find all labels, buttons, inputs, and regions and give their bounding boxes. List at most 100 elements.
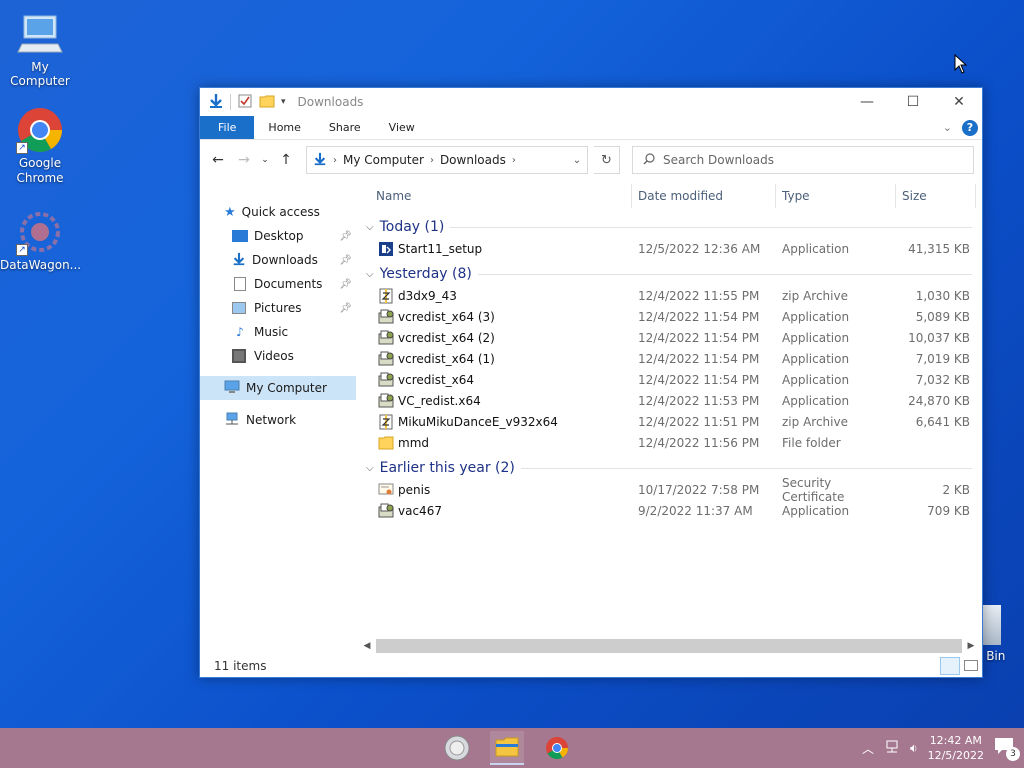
scroll-right-arrow[interactable]: ▶ xyxy=(964,641,978,651)
properties-icon[interactable] xyxy=(237,93,253,112)
nav-my-computer[interactable]: My Computer xyxy=(200,376,356,400)
collapse-chevron-icon[interactable]: ⌵ xyxy=(366,222,374,233)
column-name[interactable]: Name xyxy=(356,184,632,208)
new-folder-icon[interactable] xyxy=(259,93,275,112)
file-row[interactable]: Start11_setup 12/5/2022 12:36 AM Applicati… xyxy=(356,238,982,259)
action-center-button[interactable]: 3 xyxy=(994,737,1020,761)
collapse-chevron-icon[interactable]: ⌵ xyxy=(366,463,374,474)
nav-network[interactable]: Network xyxy=(200,408,356,432)
column-date-modified[interactable]: Date modified xyxy=(632,184,776,208)
refresh-button[interactable]: ↻ xyxy=(594,146,620,174)
file-explorer-window[interactable]: ▾ Downloads — ☐ ✕ File Home Share View ⌄… xyxy=(199,87,983,678)
breadcrumb-downloads[interactable]: Downloads xyxy=(440,153,506,167)
file-row[interactable]: penis 10/17/2022 7:58 PM Security Certific… xyxy=(356,476,982,504)
breadcrumb-separator[interactable]: › xyxy=(430,155,434,166)
pin-icon[interactable]: 📌︎ xyxy=(339,255,352,266)
column-type[interactable]: Type xyxy=(776,184,896,208)
ribbon-tabs: File Home Share View ⌄ ? xyxy=(200,116,982,140)
close-button[interactable]: ✕ xyxy=(936,88,982,116)
file-size: 41,315 KB xyxy=(908,241,970,256)
minimize-button[interactable]: — xyxy=(844,88,890,116)
group-header[interactable]: ⌵ Today (1) xyxy=(356,216,982,238)
nav-label: Downloads xyxy=(252,253,318,267)
pin-icon[interactable]: 📌︎ xyxy=(339,303,352,314)
file-name-cell[interactable]: vcredist_x64 xyxy=(356,372,632,388)
file-name: d3dx9_43 xyxy=(398,288,457,303)
file-name-cell[interactable]: vcredist_x64 (3) xyxy=(356,309,632,325)
file-row[interactable]: vcredist_x64 (2) 12/4/2022 11:54 PM Applic… xyxy=(356,327,982,348)
large-icons-view-button[interactable] xyxy=(964,660,978,671)
taskbar-file-explorer[interactable] xyxy=(490,731,524,765)
column-size[interactable]: Size xyxy=(896,184,976,208)
file-date: 12/4/2022 11:54 PM xyxy=(638,372,760,387)
nav-label: Pictures xyxy=(254,301,302,315)
recent-locations-button[interactable]: ⌄ xyxy=(260,155,270,165)
file-size: 24,870 KB xyxy=(908,393,970,408)
horizontal-scrollbar[interactable]: ◀ ▶ xyxy=(360,637,978,655)
nav-videos[interactable]: Videos xyxy=(200,344,356,368)
tab-file[interactable]: File xyxy=(200,116,255,139)
breadcrumb-separator[interactable]: › xyxy=(512,155,516,166)
nav-music[interactable]: ♪ Music xyxy=(200,320,356,344)
scrollbar-thumb[interactable] xyxy=(376,639,962,653)
show-hidden-icons-icon[interactable]: ︿ xyxy=(862,740,874,757)
search-input[interactable]: Search Downloads xyxy=(632,146,974,174)
nav-documents[interactable]: Documents 📌︎ xyxy=(200,272,356,296)
tab-share[interactable]: Share xyxy=(315,116,375,139)
desktop-icon-label: DataWagon... xyxy=(0,258,82,272)
file-name-cell[interactable]: VC_redist.x64 xyxy=(356,393,632,409)
scroll-left-arrow[interactable]: ◀ xyxy=(360,641,374,651)
desktop-icon-google-chrome[interactable]: ↗ Google Chrome xyxy=(0,106,80,186)
desktop-icon-datawagon[interactable]: ↗ DataWagon... xyxy=(0,208,82,272)
file-name-cell[interactable]: MikuMikuDanceE_v932x64 xyxy=(356,414,632,430)
file-type: Application xyxy=(782,241,850,256)
file-name-cell[interactable]: Start11_setup xyxy=(356,241,632,257)
file-name-cell[interactable]: vcredist_x64 (2) xyxy=(356,330,632,346)
folder-icon xyxy=(378,435,394,451)
forward-button[interactable]: → xyxy=(234,152,254,168)
nav-downloads[interactable]: Downloads 📌︎ xyxy=(200,248,356,272)
address-bar[interactable]: › My Computer › Downloads › ⌄ xyxy=(306,146,588,174)
breadcrumb-separator[interactable]: › xyxy=(333,155,337,166)
file-row[interactable]: vcredist_x64 (3) 12/4/2022 11:54 PM Applic… xyxy=(356,306,982,327)
volume-icon[interactable]: 🔉︎ xyxy=(910,741,918,756)
nav-pictures[interactable]: Pictures 📌︎ xyxy=(200,296,356,320)
breadcrumb-my-computer[interactable]: My Computer xyxy=(343,153,424,167)
nav-desktop[interactable]: Desktop 📌︎ xyxy=(200,224,356,248)
tab-view[interactable]: View xyxy=(375,116,429,139)
back-button[interactable]: ← xyxy=(208,152,228,168)
file-row[interactable]: MikuMikuDanceE_v932x64 12/4/2022 11:51 PM… xyxy=(356,411,982,432)
file-row[interactable]: VC_redist.x64 12/4/2022 11:53 PM Applicati… xyxy=(356,390,982,411)
desktop-icon-my-computer[interactable]: My Computer xyxy=(0,10,80,88)
details-view-button[interactable] xyxy=(940,657,960,675)
pin-icon[interactable]: 📌︎ xyxy=(339,231,352,242)
file-row[interactable]: d3dx9_43 12/4/2022 11:55 PM zip Archive 1,0… xyxy=(356,285,982,306)
maximize-button[interactable]: ☐ xyxy=(890,88,936,116)
title-bar[interactable]: ▾ Downloads — ☐ ✕ xyxy=(200,88,982,116)
nav-quick-access[interactable]: ★ Quick access xyxy=(200,200,356,224)
file-date: 12/4/2022 11:53 PM xyxy=(638,393,760,408)
up-button[interactable]: ↑ xyxy=(276,152,296,168)
group-divider xyxy=(450,226,972,228)
start-button[interactable] xyxy=(440,731,474,765)
file-row[interactable]: mmd 12/4/2022 11:56 PM File folder xyxy=(356,432,982,453)
tab-home[interactable]: Home xyxy=(254,116,314,139)
file-row[interactable]: vac467 9/2/2022 11:37 AM Application 709 KB xyxy=(356,500,982,521)
help-icon[interactable]: ? xyxy=(962,119,978,136)
taskbar-chrome[interactable] xyxy=(540,731,574,765)
file-name-cell[interactable]: penis xyxy=(356,482,632,498)
file-row[interactable]: vcredist_x64 (1) 12/4/2022 11:54 PM Applic… xyxy=(356,348,982,369)
file-name-cell[interactable]: vcredist_x64 (1) xyxy=(356,351,632,367)
pin-icon[interactable]: 📌︎ xyxy=(339,279,352,290)
file-name-cell[interactable]: mmd xyxy=(356,435,632,451)
address-dropdown-icon[interactable]: ⌄ xyxy=(567,155,587,166)
file-row[interactable]: vcredist_x64 12/4/2022 11:54 PM Applicatio… xyxy=(356,369,982,390)
customize-toolbar-icon[interactable]: ▾ xyxy=(281,97,286,107)
expand-ribbon-chevron-icon[interactable]: ⌄ xyxy=(943,121,952,134)
file-name-cell[interactable]: d3dx9_43 xyxy=(356,288,632,304)
network-icon[interactable] xyxy=(884,740,900,757)
clock[interactable]: 12:42 AM 12/5/2022 xyxy=(928,733,984,763)
group-header[interactable]: ⌵ Yesterday (8) xyxy=(356,263,982,285)
file-name-cell[interactable]: vac467 xyxy=(356,503,632,519)
collapse-chevron-icon[interactable]: ⌵ xyxy=(366,269,374,280)
